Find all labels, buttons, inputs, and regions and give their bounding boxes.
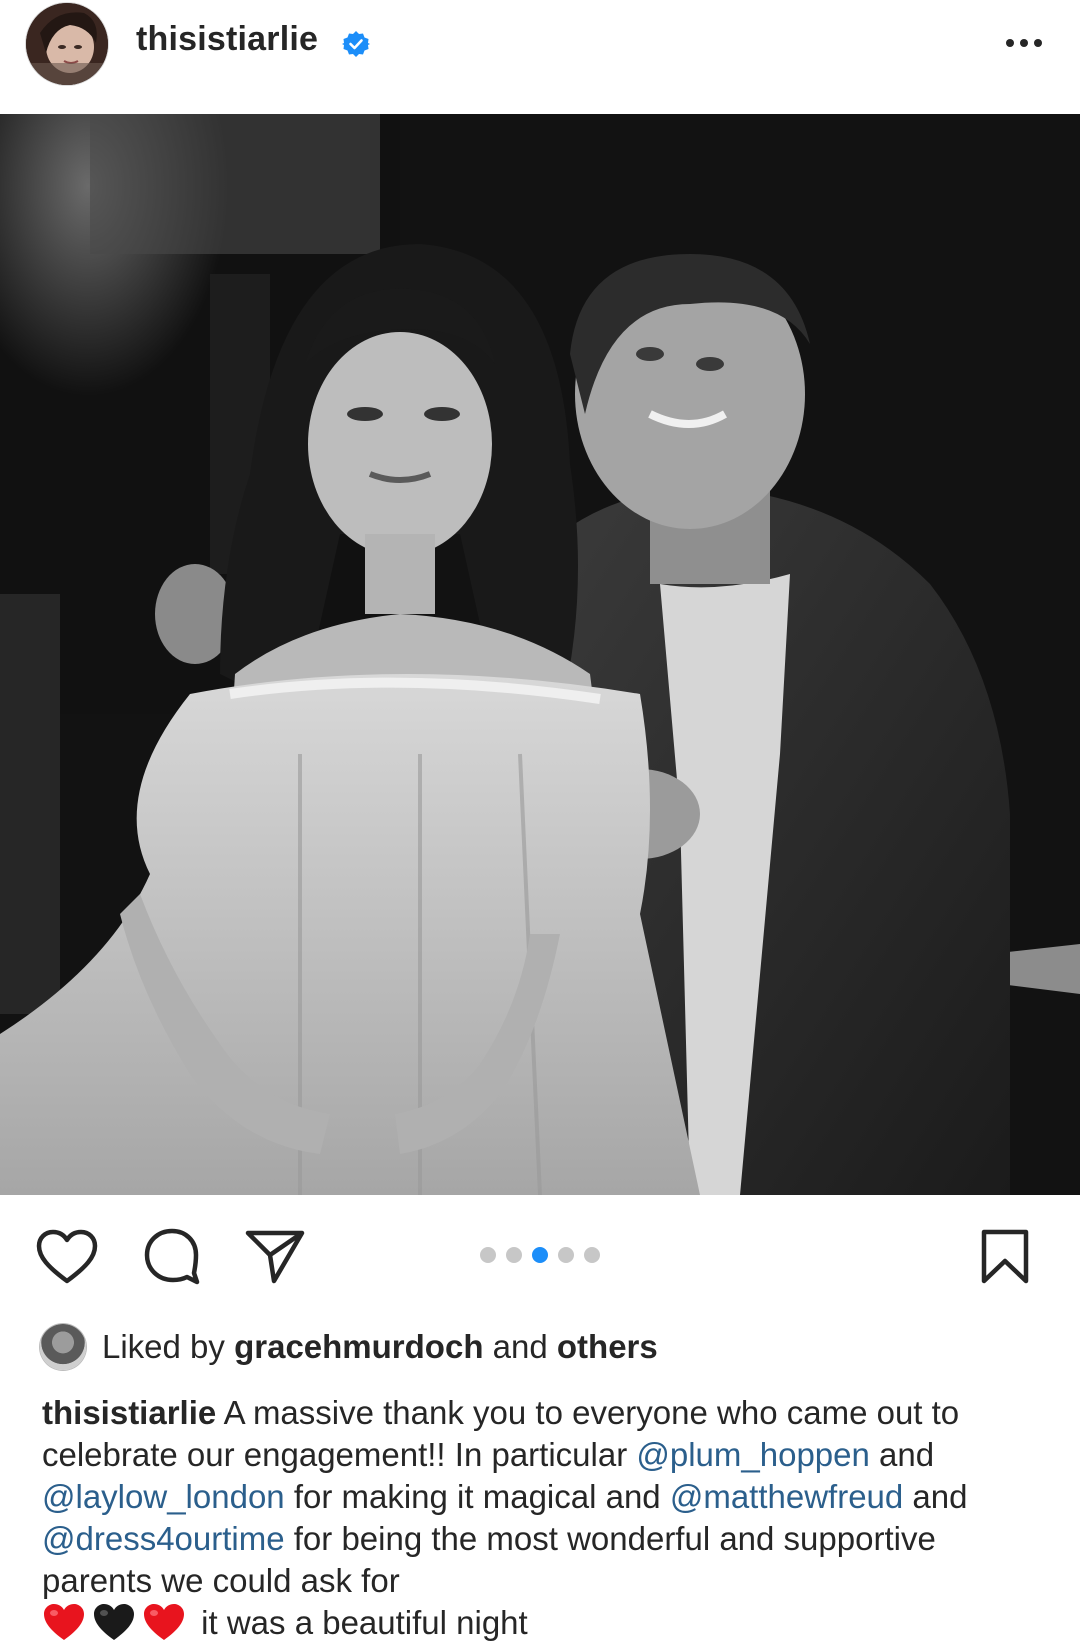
carousel-dot[interactable] — [584, 1247, 600, 1263]
avatar-image — [26, 3, 108, 85]
liker-avatar[interactable] — [40, 1324, 86, 1370]
carousel-dot[interactable] — [506, 1247, 522, 1263]
carousel-indicator — [480, 1247, 600, 1263]
carousel-dot-active[interactable] — [532, 1247, 548, 1263]
caption-text: for making it magical and — [284, 1478, 670, 1515]
header-username[interactable]: thisistiarlie — [136, 20, 318, 59]
post-header: thisistiarlie — [0, 0, 1080, 114]
carousel-dot[interactable] — [558, 1247, 574, 1263]
paper-plane-icon[interactable] — [244, 1229, 306, 1285]
liker-username[interactable]: gracehmurdoch — [234, 1328, 483, 1365]
profile-avatar[interactable] — [26, 3, 108, 85]
heart-outline-icon[interactable] — [36, 1229, 98, 1285]
black-heart-emoji-icon — [94, 1604, 134, 1640]
caption-text: it was a beautiful night — [192, 1604, 528, 1641]
more-options-icon[interactable] — [1002, 28, 1046, 58]
post-caption: thisistiarlie A massive thank you to eve… — [42, 1392, 1052, 1644]
mention-link[interactable]: @plum_hoppen — [636, 1436, 870, 1473]
caption-text: and — [869, 1436, 935, 1473]
comment-bubble-icon[interactable] — [142, 1227, 200, 1285]
carousel-dot[interactable] — [480, 1247, 496, 1263]
likes-others-link[interactable]: others — [557, 1328, 658, 1365]
mention-link[interactable]: @dress4ourtime — [42, 1520, 285, 1557]
action-bar — [0, 1195, 1080, 1305]
likes-prefix: Liked by — [102, 1328, 235, 1365]
likes-middle: and — [483, 1328, 557, 1365]
caption-text: and — [903, 1478, 968, 1515]
post-image — [0, 114, 1080, 1195]
red-heart-emoji-icon — [44, 1604, 84, 1640]
bookmark-icon[interactable] — [980, 1229, 1030, 1285]
caption-username[interactable]: thisistiarlie — [42, 1394, 216, 1431]
mention-link[interactable]: @laylow_london — [42, 1478, 285, 1515]
verified-badge-icon — [342, 31, 370, 57]
mention-link[interactable]: @matthewfreud — [670, 1478, 903, 1515]
likes-text: Liked by gracehmurdoch and others — [102, 1328, 658, 1366]
likes-row: Liked by gracehmurdoch and others — [40, 1322, 658, 1372]
red-heart-emoji-icon — [144, 1604, 184, 1640]
post-photo[interactable] — [0, 114, 1080, 1195]
